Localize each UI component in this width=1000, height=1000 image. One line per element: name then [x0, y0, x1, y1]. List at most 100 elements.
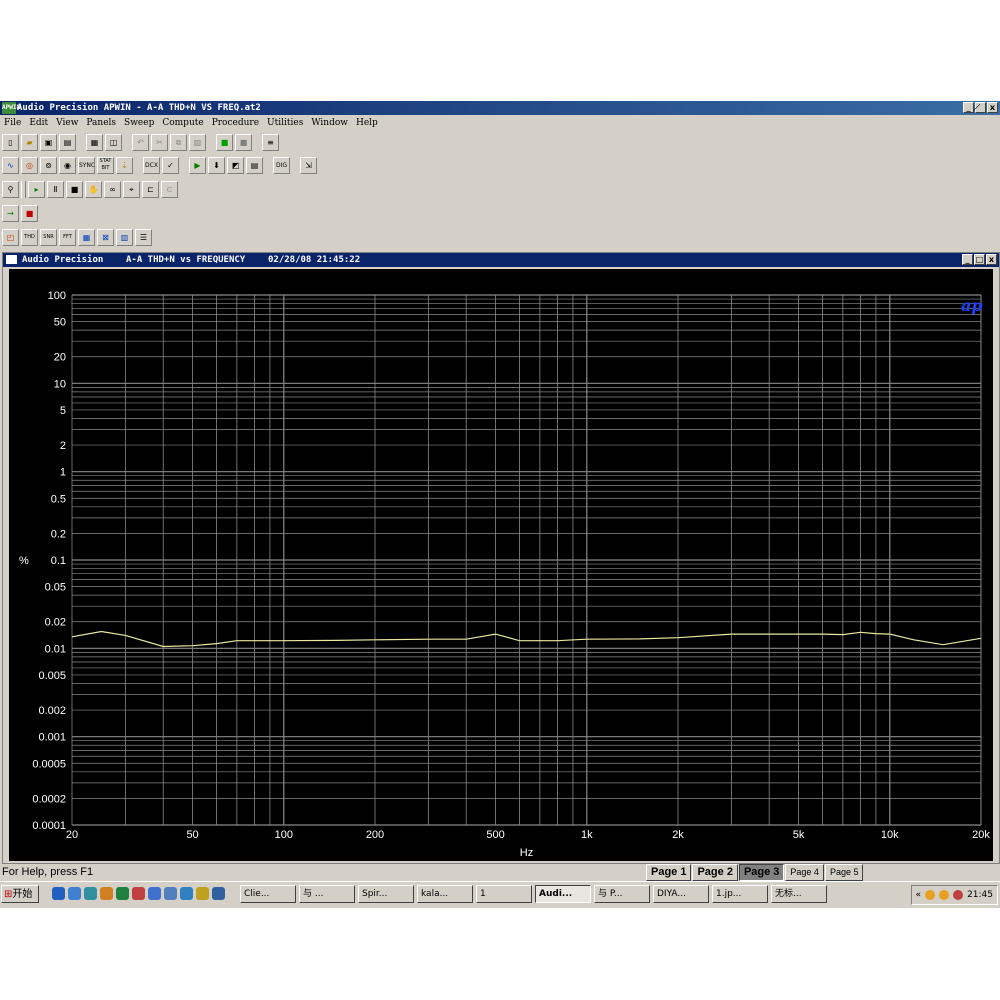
qq-tray-icon-2[interactable] [939, 890, 950, 900]
task-1jp[interactable]: 1.jp... [712, 885, 768, 903]
page-tab-4[interactable]: Page 4 [785, 864, 824, 881]
link-icon[interactable]: ⊂ [161, 180, 178, 198]
stat-bit-icon[interactable]: STAT BIT [97, 156, 114, 174]
graph-close-button[interactable]: x [986, 254, 997, 265]
task-yu-p[interactable]: 与 P... [594, 885, 650, 903]
save-icon[interactable]: ▣ [40, 133, 57, 151]
hand-icon[interactable]: ✋ [85, 180, 102, 198]
pause-icon[interactable]: Ⅱ [47, 180, 64, 198]
copy-icon[interactable]: ⧉ [170, 133, 187, 151]
check-icon[interactable]: ✓ [162, 156, 179, 174]
menu-compute[interactable]: Compute [158, 116, 207, 130]
crosstalk-icon[interactable]: ⊠ [97, 228, 114, 246]
qq-tray-icon[interactable] [925, 890, 936, 900]
qq-icon[interactable] [148, 887, 161, 900]
qq-tray-icon-3[interactable] [953, 890, 964, 900]
fft-icon[interactable]: FFT [59, 228, 76, 246]
menu-window[interactable]: Window [307, 116, 352, 130]
graph-app-name: Audio Precision [22, 255, 104, 265]
toolbar-panels: ∿ ◎ ⊚ ◉ SYNC STAT BIT ⇣ DCX ✓ ▶ ⬇ ◩ ▤ DI… [2, 155, 317, 175]
refresh-icon[interactable] [180, 887, 193, 900]
task-kala[interactable]: kala... [417, 885, 473, 903]
page-tab-2[interactable]: Page 2 [692, 864, 738, 881]
y-tick-label: 0.2 [51, 528, 66, 540]
save-all-icon[interactable]: ▤ [59, 133, 76, 151]
go-icon[interactable]: ▶ [189, 156, 206, 174]
export-icon[interactable]: ⇲ [300, 156, 317, 174]
search-icon[interactable] [164, 887, 177, 900]
play-icon[interactable]: ▸ [28, 180, 45, 198]
gray-button-icon[interactable]: ■ [235, 133, 252, 151]
thd-icon[interactable]: THD [21, 228, 38, 246]
menu-edit[interactable]: Edit [25, 116, 52, 130]
close-button[interactable]: x [987, 102, 998, 113]
snr-icon[interactable]: SNR [40, 228, 57, 246]
restore-button[interactable]: ̸ [975, 102, 986, 113]
switcher-icon[interactable]: ⊚ [40, 156, 57, 174]
panel-view-icon[interactable]: ◰ [2, 228, 19, 246]
print-preview-icon[interactable]: ◫ [105, 133, 122, 151]
list-icon[interactable]: ☰ [135, 228, 152, 246]
green-button-icon[interactable]: ■ [216, 133, 233, 151]
undo-icon[interactable]: ↶ [132, 133, 149, 151]
page-tabs: Page 1 Page 2 Page 3 Page 4 Page 5 [646, 864, 864, 881]
tree-icon[interactable] [116, 887, 129, 900]
player-icon[interactable] [196, 887, 209, 900]
menu-help[interactable]: Help [352, 116, 382, 130]
menu-panels[interactable]: Panels [82, 116, 120, 130]
start-button[interactable]: ⊞开始 [1, 885, 39, 903]
graph-minimize-button[interactable]: _ [962, 254, 973, 265]
menu-view[interactable]: View [52, 116, 82, 130]
sync-icon[interactable]: SYNC [78, 156, 95, 174]
record-stop-icon[interactable]: ■ [21, 204, 38, 222]
cut-icon[interactable]: ✂ [151, 133, 168, 151]
graph-area[interactable]: 100 50 20 10 5 2 1 0.5 0.2 0.1 0.05 0.02 0.01 0.005 0.… [9, 269, 993, 861]
graph-restore-button[interactable]: □ [974, 254, 985, 265]
menu-sweep[interactable]: Sweep [120, 116, 158, 130]
dcx-icon[interactable]: DCX [143, 156, 160, 174]
network-icon[interactable] [68, 887, 81, 900]
stop-icon[interactable]: ■ [66, 180, 83, 198]
page-tab-3[interactable]: Page 3 [738, 864, 785, 881]
cursor-icon[interactable]: ⌖ [123, 180, 140, 198]
task-folder-1[interactable]: 1 [476, 885, 532, 903]
down-arrow-icon[interactable]: ⬇ [208, 156, 225, 174]
generator-icon[interactable]: ∿ [2, 156, 19, 174]
open-icon[interactable]: ▰ [21, 133, 38, 151]
menu-utilities[interactable]: Utilities [263, 116, 307, 130]
task-untitled[interactable]: 无标... [771, 885, 827, 903]
shield-icon[interactable] [100, 887, 113, 900]
toolbar-views: ◰ THD SNR FFT ▦ ⊠ ▥ ☰ [2, 227, 152, 247]
tray-chevron-icon[interactable]: « [916, 887, 922, 904]
menu-file[interactable]: File [0, 116, 25, 130]
analyzer-icon[interactable]: ◎ [21, 156, 38, 174]
dig-icon[interactable]: DIG [273, 156, 290, 174]
task-yu[interactable]: 与 ... [299, 885, 355, 903]
table-icon[interactable]: ▤ [246, 156, 263, 174]
bars-icon[interactable]: ▥ [116, 228, 133, 246]
task-diya[interactable]: DIYA... [653, 885, 709, 903]
task-spir[interactable]: Spir... [358, 885, 414, 903]
menu-procedure[interactable]: Procedure [208, 116, 263, 130]
page-tab-5[interactable]: Page 5 [824, 864, 864, 881]
task-audi[interactable]: Audi... [535, 885, 591, 903]
tool-icon[interactable] [212, 887, 225, 900]
dsp-icon[interactable]: ◉ [59, 156, 76, 174]
attach-icon[interactable]: ⚲ [2, 180, 19, 198]
notes-icon[interactable]: ≡ [262, 133, 279, 151]
task-clie[interactable]: Clie... [240, 885, 296, 903]
bracket-icon[interactable]: ⊏ [142, 180, 159, 198]
run-arrow-icon[interactable]: → [2, 204, 19, 222]
cup-icon[interactable] [132, 887, 145, 900]
page-tab-1[interactable]: Page 1 [646, 864, 692, 881]
spectrum-icon[interactable]: ▦ [78, 228, 95, 246]
ie-icon[interactable] [52, 887, 65, 900]
sweep-icon[interactable]: ⇣ [116, 156, 133, 174]
graph-icon[interactable]: ◩ [227, 156, 244, 174]
print-icon[interactable]: ▦ [86, 133, 103, 151]
zoom-icon[interactable]: ∞ [104, 180, 121, 198]
new-icon[interactable]: ▯ [2, 133, 19, 151]
media-icon[interactable] [84, 887, 97, 900]
minimize-button[interactable]: _ [963, 102, 974, 113]
paste-icon[interactable]: ▧ [189, 133, 206, 151]
